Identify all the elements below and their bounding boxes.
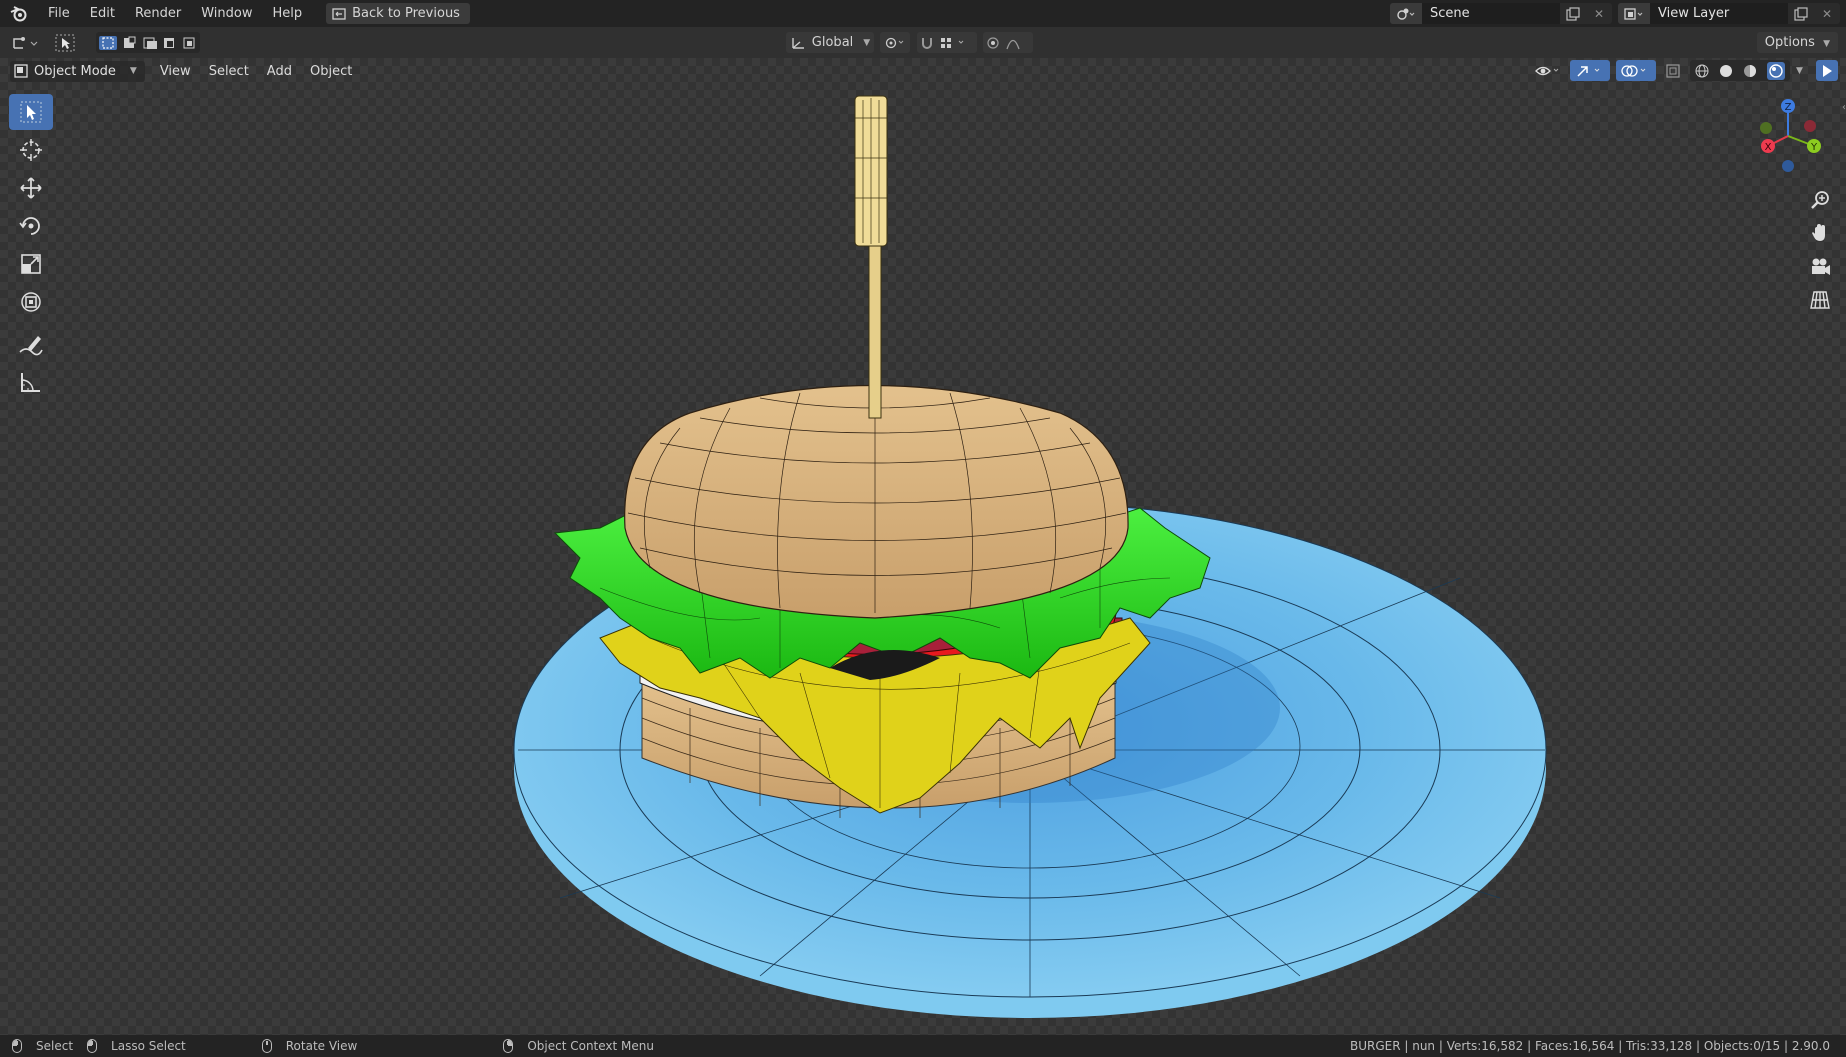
mouse-middle-icon xyxy=(261,1039,272,1053)
select-box-tool[interactable] xyxy=(9,94,53,130)
fullscreen-back-icon xyxy=(332,7,346,20)
transform-icon xyxy=(21,292,41,312)
navigation-gizmo[interactable]: Z Y X xyxy=(1748,94,1838,184)
pivot-point-icon[interactable] xyxy=(880,32,910,53)
view-layer-name-field[interactable]: View Layer xyxy=(1650,3,1788,24)
scene-name-field[interactable]: Scene xyxy=(1422,3,1560,24)
scene-browse-icon[interactable] xyxy=(1390,3,1422,24)
pan-hand-icon[interactable] xyxy=(1806,219,1834,247)
shading-mode-buttons[interactable] xyxy=(1690,60,1790,81)
options-label: Options xyxy=(1764,35,1815,50)
proportional-editing-icon[interactable] xyxy=(983,32,1033,53)
burger-scene[interactable] xyxy=(0,58,1846,1035)
tool-settings-header: Global ▼ Options ▼ xyxy=(0,27,1846,58)
status-rotate-view: Rotate View xyxy=(261,1039,358,1053)
object-mode-dropdown[interactable]: Object Mode ▼ xyxy=(10,60,145,82)
status-select-label: Select xyxy=(36,1039,74,1053)
status-rotate-view-label: Rotate View xyxy=(285,1039,358,1053)
menu-edit[interactable]: Edit xyxy=(80,0,125,27)
viewport-menu-view[interactable]: View xyxy=(151,64,200,79)
rendered-shading-icon[interactable] xyxy=(1767,61,1785,80)
mouse-right-icon xyxy=(503,1039,514,1053)
status-bar: Select Lasso Select Rotate View Object C… xyxy=(0,1035,1846,1057)
wireframe-shading-icon[interactable] xyxy=(1695,64,1709,78)
transform-orientation-dropdown[interactable]: Global ▼ xyxy=(786,32,874,53)
chevron-down-icon: ▼ xyxy=(863,37,871,48)
z-axis-label: Z xyxy=(1785,102,1792,113)
orientation-axes-icon xyxy=(792,37,804,49)
menu-file[interactable]: File xyxy=(38,0,80,27)
remove-view-layer-icon[interactable]: ✕ xyxy=(1814,3,1840,24)
scale-tool[interactable] xyxy=(9,246,53,282)
status-select: Select xyxy=(12,1039,73,1053)
blender-logo-icon[interactable] xyxy=(0,0,38,27)
snap-icon[interactable] xyxy=(917,32,977,53)
x-axis-label: X xyxy=(1765,142,1772,153)
menu-render[interactable]: Render xyxy=(125,0,191,27)
viewport-menu-add[interactable]: Add xyxy=(258,64,301,79)
selection-mode-buttons[interactable] xyxy=(96,32,200,53)
top-bun[interactable] xyxy=(624,384,1129,619)
scene-statistics: BURGER | nun | Verts:16,582 | Faces:16,5… xyxy=(1349,1039,1830,1053)
visibility-icon[interactable] xyxy=(1532,60,1564,81)
view-layer-browse-icon[interactable] xyxy=(1618,3,1650,24)
transform-orientation-label: Global xyxy=(811,35,854,50)
chevron-down-icon: ▼ xyxy=(129,66,137,76)
object-mode-icon xyxy=(14,64,28,78)
new-view-layer-icon[interactable] xyxy=(1788,3,1814,24)
back-to-previous-label: Back to Previous xyxy=(352,6,460,21)
move-tool[interactable] xyxy=(9,170,53,206)
gizmo-toggle-icon[interactable] xyxy=(1570,60,1610,81)
object-mode-label: Object Mode xyxy=(34,63,116,79)
3d-cursor-tool[interactable] xyxy=(9,132,53,168)
material-shading-icon[interactable] xyxy=(1743,64,1757,78)
remove-scene-icon[interactable]: ✕ xyxy=(1586,3,1612,24)
transform-tool[interactable] xyxy=(9,284,53,320)
measure-tool[interactable] xyxy=(9,364,53,400)
rotate-tool[interactable] xyxy=(9,208,53,244)
left-toolbar xyxy=(9,94,53,402)
mouse-left-icon xyxy=(12,1039,22,1053)
menu-help[interactable]: Help xyxy=(263,0,313,27)
ruler-icon xyxy=(21,373,40,392)
rotate-icon xyxy=(19,217,40,235)
3d-viewport[interactable]: Object Mode ▼ View Select Add Object ▼ Z… xyxy=(0,58,1846,1035)
viewport-header: Object Mode ▼ View Select Add Object ▼ xyxy=(0,58,1846,84)
status-context-menu: Object Context Menu xyxy=(503,1039,654,1053)
options-dropdown[interactable]: Options ▼ xyxy=(1756,32,1838,53)
cursor-arrow-icon xyxy=(20,101,42,123)
mouse-drag-icon xyxy=(87,1039,98,1053)
annotate-tool[interactable] xyxy=(9,326,53,362)
status-lasso-select-label: Lasso Select xyxy=(111,1039,186,1053)
camera-view-icon[interactable] xyxy=(1806,253,1834,281)
y-axis-label: Y xyxy=(1810,142,1818,153)
shading-options-icon[interactable]: ▼ xyxy=(1796,66,1810,76)
menu-window[interactable]: Window xyxy=(191,0,262,27)
scale-icon xyxy=(21,254,41,274)
move-arrows-icon xyxy=(20,177,42,199)
crosshair-icon xyxy=(20,139,42,161)
overlays-icon[interactable] xyxy=(1616,60,1656,81)
active-tool-icon[interactable] xyxy=(52,32,78,53)
sidebar-toggle-icon[interactable] xyxy=(1816,60,1838,81)
top-menu-bar: File Edit Render Window Help Back to Pre… xyxy=(0,0,1846,27)
xray-icon[interactable] xyxy=(1662,60,1684,81)
perspective-grid-icon[interactable] xyxy=(1806,286,1834,314)
status-lasso-select: Lasso Select xyxy=(87,1039,186,1053)
new-scene-icon[interactable] xyxy=(1560,3,1586,24)
zoom-icon[interactable] xyxy=(1806,186,1834,214)
solid-shading-icon[interactable] xyxy=(1719,64,1733,78)
chevron-down-icon: ▼ xyxy=(1823,39,1830,49)
view-layer-selector[interactable]: View Layer ✕ xyxy=(1618,3,1840,24)
toothpick[interactable] xyxy=(854,95,888,419)
viewport-menu-select[interactable]: Select xyxy=(200,64,258,79)
status-context-menu-label: Object Context Menu xyxy=(527,1039,654,1053)
editor-type-icon[interactable] xyxy=(8,32,44,53)
back-to-previous-button[interactable]: Back to Previous xyxy=(326,3,470,24)
collapse-sidebar-icon[interactable]: ‹ xyxy=(1842,102,1846,113)
scene-selector[interactable]: Scene ✕ xyxy=(1390,3,1612,24)
pencil-icon xyxy=(19,336,43,356)
viewport-menu-object[interactable]: Object xyxy=(301,64,361,79)
